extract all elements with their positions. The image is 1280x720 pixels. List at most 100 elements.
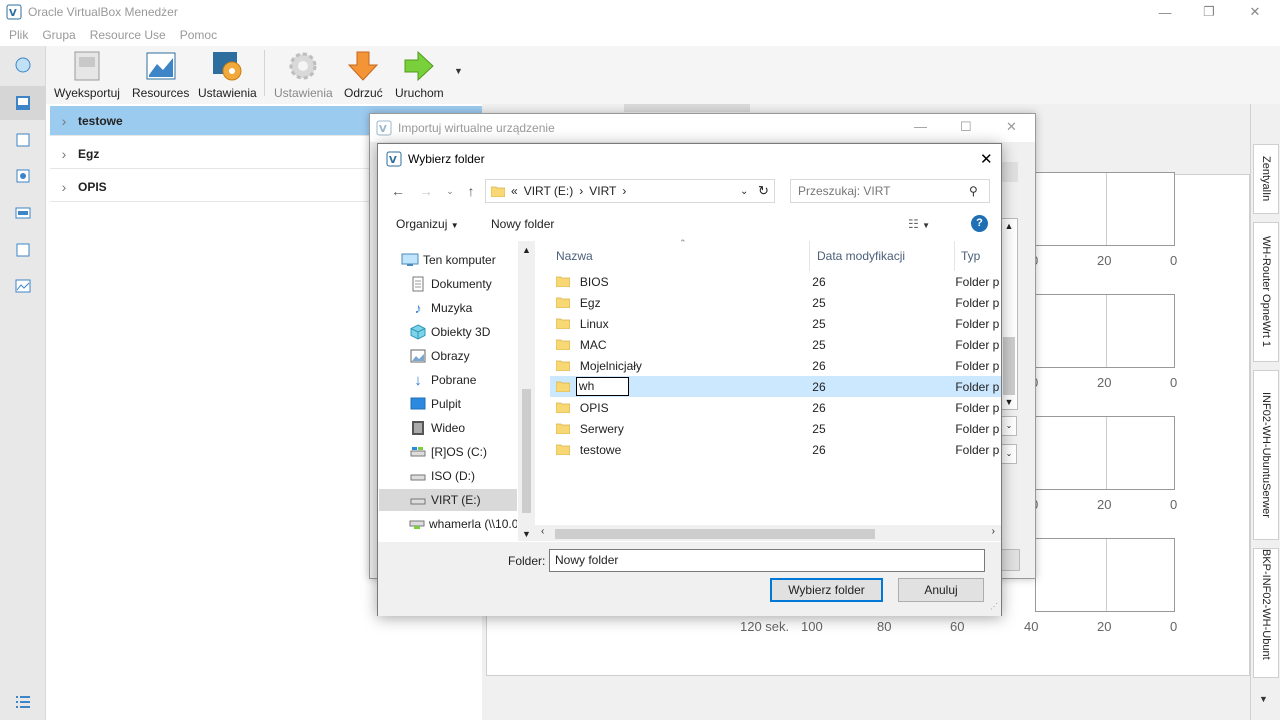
tree-item-drive-c[interactable]: [R]OS (C:) (409, 441, 517, 463)
combo-arrow[interactable]: ⌄ (1001, 444, 1017, 464)
minimize-button[interactable]: — (914, 119, 927, 134)
file-row[interactable]: Mojelnicjały 26 Folder p (550, 355, 1001, 376)
tree-item-desktop[interactable]: Pulpit (409, 393, 517, 415)
view-options-icon[interactable]: ☷ ▼ (908, 217, 930, 231)
file-row[interactable]: MAC 25 Folder p (550, 334, 1001, 355)
vm-tab[interactable]: BKP-INF02-WH-Ubunt (1253, 548, 1279, 678)
file-row-selected[interactable]: wh 26 Folder p (550, 376, 1001, 397)
new-folder-button[interactable]: Nowy folder (491, 217, 554, 231)
tree-item-video[interactable]: Wideo (409, 417, 517, 439)
up-arrow-icon[interactable]: ↑ (461, 180, 481, 202)
export-button[interactable]: Wyeksportuj (54, 48, 120, 100)
welcome-icon[interactable] (13, 55, 33, 75)
pictures-icon (410, 349, 426, 363)
vm-tab[interactable]: WH-Router OpneWrt 1 (1253, 222, 1279, 362)
address-bar[interactable]: « VIRT (E:) › VIRT › ⌄ ↻ (485, 179, 775, 203)
tree-item-drive-d[interactable]: ISO (D:) (409, 465, 517, 487)
graph-box (1035, 416, 1175, 490)
close-window-button[interactable]: ✕ (1232, 0, 1278, 24)
folder-icon (556, 444, 570, 455)
breadcrumb-overflow[interactable]: « (511, 184, 518, 198)
main-toolbar: Wyeksportuj Resources Ustawienia Ustawie… (46, 46, 1280, 104)
forward-arrow-icon[interactable]: → (416, 180, 436, 202)
scroll-down-icon[interactable]: ▼ (1259, 694, 1268, 704)
tree-item-pictures[interactable]: Obrazy (409, 345, 517, 367)
breadcrumb-folder[interactable]: VIRT (589, 184, 616, 198)
machines-icon[interactable] (13, 93, 33, 113)
file-row[interactable]: Linux 25 Folder p (550, 313, 1001, 334)
music-icon: ♪ (414, 300, 422, 316)
organize-button[interactable]: Organizuj ▼ (396, 217, 459, 231)
refresh-icon[interactable]: ↻ (758, 183, 769, 199)
settings-button[interactable]: Ustawienia (274, 48, 333, 100)
folder-dialog-title: Wybierz folder (408, 152, 485, 166)
menu-file[interactable]: Plik (4, 28, 33, 42)
maximize-button[interactable]: ☐ (960, 119, 972, 135)
tree-item-3d-objects[interactable]: Obiekty 3D (409, 321, 517, 343)
vm-tab[interactable]: ZentyalIn (1253, 144, 1279, 214)
vm-tab[interactable]: INF02-WH-UbuntuSerwer (1253, 370, 1279, 540)
file-list: ⌃ Nazwa Data modyfikacji Typ BIOS 26 Fol… (535, 238, 1001, 541)
extensions-icon[interactable] (13, 130, 33, 150)
breadcrumb-drive[interactable]: VIRT (E:) (524, 184, 574, 198)
minimize-button[interactable]: — (1142, 0, 1188, 24)
chevron-right-icon: › (61, 178, 67, 195)
file-row[interactable]: OPIS 26 Folder p (550, 397, 1001, 418)
svg-text:V: V (389, 155, 397, 166)
tree-item-network-drive[interactable]: whamerla (\\10.0 (409, 513, 517, 535)
maximize-button[interactable]: ❐ (1186, 0, 1232, 24)
file-row[interactable]: BIOS 26 Folder p (550, 271, 1001, 292)
close-button[interactable]: ✕ (1006, 119, 1017, 135)
tree-scrollbar[interactable]: ▲ ▼ (518, 241, 535, 541)
axis-tick: 20 (1097, 619, 1112, 634)
recent-chevron-icon[interactable]: ⌄ (440, 180, 460, 202)
list-menu-icon[interactable] (13, 692, 33, 712)
file-row[interactable]: Egz 25 Folder p (550, 292, 1001, 313)
menu-resource-use[interactable]: Resource Use (85, 28, 171, 42)
column-header-type[interactable]: Typ (955, 241, 1001, 271)
documents-icon (412, 276, 424, 292)
dialog-button-partial[interactable] (1000, 549, 1020, 571)
tree-item-this-pc[interactable]: Ten komputer (401, 249, 517, 271)
rename-input[interactable]: wh (575, 377, 629, 396)
file-row[interactable]: Serwery 25 Folder p (550, 418, 1001, 439)
graph-box (1035, 172, 1175, 246)
select-folder-button[interactable]: Wybierz folder (770, 578, 883, 602)
menu-group[interactable]: Grupa (37, 28, 80, 42)
folder-name-input[interactable]: Nowy folder (549, 549, 985, 572)
search-box[interactable]: Przeszukaj: VIRT ⚲ (790, 179, 990, 203)
cloud-icon[interactable] (13, 240, 33, 260)
axis-tick: 20 (1097, 497, 1112, 512)
address-dropdown-icon[interactable]: ⌄ (740, 186, 748, 197)
file-row[interactable]: testowe 26 Folder p (550, 439, 1001, 460)
graph-box (1035, 538, 1175, 612)
cancel-button[interactable]: Anuluj (898, 578, 984, 602)
drive-icon (410, 474, 426, 481)
horizontal-scrollbar[interactable]: ‹ › (535, 525, 1001, 541)
column-header-name[interactable]: Nazwa (550, 241, 810, 271)
virtualbox-logo-icon: V (386, 151, 402, 167)
discard-button[interactable]: Odrzuć (344, 48, 383, 100)
start-button[interactable]: Uruchom (395, 48, 444, 100)
combo-arrow[interactable]: ⌄ (1001, 416, 1017, 436)
resources-button[interactable]: Resources (132, 48, 189, 100)
resize-grip-icon[interactable]: ⋰ (990, 602, 998, 611)
axis-tick: 0 (1170, 375, 1178, 390)
media-icon[interactable] (13, 166, 33, 186)
vm-tabs-sidebar: ZentyalIn WH-Router OpneWrt 1 INF02-WH-U… (1250, 104, 1280, 720)
tree-item-drive-e[interactable]: VIRT (E:) (379, 489, 517, 511)
start-dropdown-icon[interactable]: ▼ (454, 66, 463, 76)
tree-item-music[interactable]: ♪ Muzyka (409, 297, 517, 319)
tree-item-documents[interactable]: Dokumenty (409, 273, 517, 295)
network-icon[interactable] (13, 203, 33, 223)
settings-list-scrollbar[interactable]: ▲ ▼ (1000, 218, 1018, 410)
folder-icon (556, 318, 570, 329)
tree-item-downloads[interactable]: ↓ Pobrane (409, 369, 517, 391)
column-header-date[interactable]: Data modyfikacji (811, 241, 955, 271)
close-button[interactable]: ✕ (980, 150, 993, 168)
help-icon[interactable]: ? (971, 215, 988, 232)
activities-icon[interactable] (13, 276, 33, 296)
back-arrow-icon[interactable]: ← (388, 180, 408, 202)
menu-help[interactable]: Pomoc (175, 28, 222, 42)
preferences-button[interactable]: Ustawienia (198, 48, 257, 100)
